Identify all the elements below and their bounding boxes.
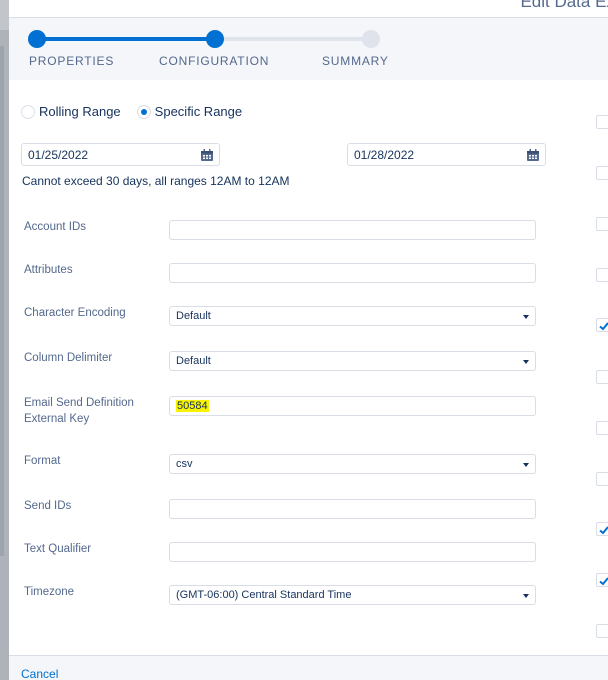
radio-circle[interactable]: [21, 104, 35, 119]
end-date-field[interactable]: [347, 143, 546, 166]
label-line-2: External Key: [24, 413, 90, 425]
timezone-label: Timezone: [24, 586, 75, 598]
modal-header: Edit Data Extract: [9, 0, 608, 18]
step-marker-configuration[interactable]: [206, 30, 224, 48]
account-ids-label: Account IDs: [24, 221, 86, 233]
edit-data-extract-modal: Edit Data Extract PROPERTIES CONFIGURATI…: [9, 0, 608, 680]
radio-label: Rolling Range: [39, 104, 121, 119]
chevron-down-icon[interactable]: [523, 594, 529, 598]
modal-footer: Cancel: [9, 655, 608, 680]
radio-label: Specific Range: [154, 104, 243, 119]
format-select[interactable]: csv: [169, 454, 536, 474]
checkbox[interactable]: [596, 268, 608, 282]
checkmark-icon: [599, 577, 608, 586]
step-track-incomplete: [215, 37, 371, 41]
step-marker-summary[interactable]: [362, 30, 380, 48]
date-range-hint: Cannot exceed 30 days, all ranges 12AM t…: [22, 174, 290, 188]
radio-circle-selected[interactable]: [136, 104, 151, 119]
radio-specific-range[interactable]: Specific Range: [136, 104, 243, 119]
select-value: (GMT-06:00) Central Standard Time: [176, 589, 352, 601]
checkbox[interactable]: [596, 370, 608, 384]
column-delimiter-select[interactable]: Default: [169, 351, 536, 371]
step-marker-properties[interactable]: [28, 30, 46, 48]
text-qualifier-label: Text Qualifier: [24, 543, 92, 555]
checkbox[interactable]: [596, 115, 608, 129]
checkbox-checked[interactable]: [596, 522, 608, 536]
text-qualifier-input[interactable]: [170, 543, 535, 561]
chevron-down-icon[interactable]: [523, 463, 529, 467]
timezone-select[interactable]: (GMT-06:00) Central Standard Time: [169, 585, 536, 605]
checkbox-checked[interactable]: [596, 318, 608, 332]
backdrop-scrollbar[interactable]: [0, 46, 4, 556]
radio-rolling-range[interactable]: Rolling Range: [21, 104, 121, 119]
start-date-field[interactable]: [21, 143, 220, 166]
select-value: Default: [176, 355, 211, 367]
email-send-definition-field[interactable]: 50584: [169, 396, 536, 416]
column-delimiter-label: Column Delimiter: [24, 352, 113, 364]
checkmark-icon: [599, 322, 608, 331]
range-type-group: Rolling Range Specific Range: [21, 104, 258, 119]
highlighted-value[interactable]: 50584: [176, 400, 209, 412]
backdrop-overlay: [0, 0, 9, 680]
character-encoding-select[interactable]: Default: [169, 306, 536, 326]
attributes-field[interactable]: [169, 263, 536, 283]
label-line-1: Email Send Definition: [24, 397, 134, 409]
email-send-definition-label: Email Send Definition External Key: [24, 395, 134, 427]
calendar-icon[interactable]: [201, 149, 213, 161]
select-value: Default: [176, 310, 211, 322]
send-ids-field[interactable]: [169, 499, 536, 519]
step-track-complete: [37, 37, 215, 41]
progress-steps: PROPERTIES CONFIGURATION SUMMARY: [9, 18, 608, 80]
format-label: Format: [24, 455, 61, 467]
checkbox[interactable]: [596, 472, 608, 486]
character-encoding-label: Character Encoding: [24, 307, 126, 319]
modal-title: Edit Data Extract: [520, 0, 608, 11]
chevron-down-icon[interactable]: [523, 315, 529, 319]
select-value: csv: [176, 458, 193, 470]
attributes-label: Attributes: [24, 264, 73, 276]
calendar-icon[interactable]: [527, 149, 539, 161]
chevron-down-icon[interactable]: [523, 360, 529, 364]
text-qualifier-field[interactable]: [169, 542, 536, 562]
account-ids-input[interactable]: [170, 221, 535, 239]
account-ids-field[interactable]: [169, 220, 536, 240]
start-date-input[interactable]: [28, 148, 188, 162]
step-label-properties: PROPERTIES: [29, 54, 115, 68]
checkbox[interactable]: [596, 217, 608, 231]
checkbox[interactable]: [596, 166, 608, 180]
send-ids-label: Send IDs: [24, 500, 72, 512]
checkbox[interactable]: [596, 624, 608, 638]
checkbox[interactable]: [596, 421, 608, 435]
end-date-input[interactable]: [354, 148, 514, 162]
attributes-input[interactable]: [170, 264, 535, 282]
send-ids-input[interactable]: [170, 500, 535, 518]
cancel-button[interactable]: Cancel: [21, 667, 58, 680]
step-label-summary: SUMMARY: [322, 54, 389, 68]
checkbox-checked[interactable]: [596, 573, 608, 587]
step-label-configuration: CONFIGURATION: [159, 54, 270, 68]
checkmark-icon: [599, 526, 608, 535]
